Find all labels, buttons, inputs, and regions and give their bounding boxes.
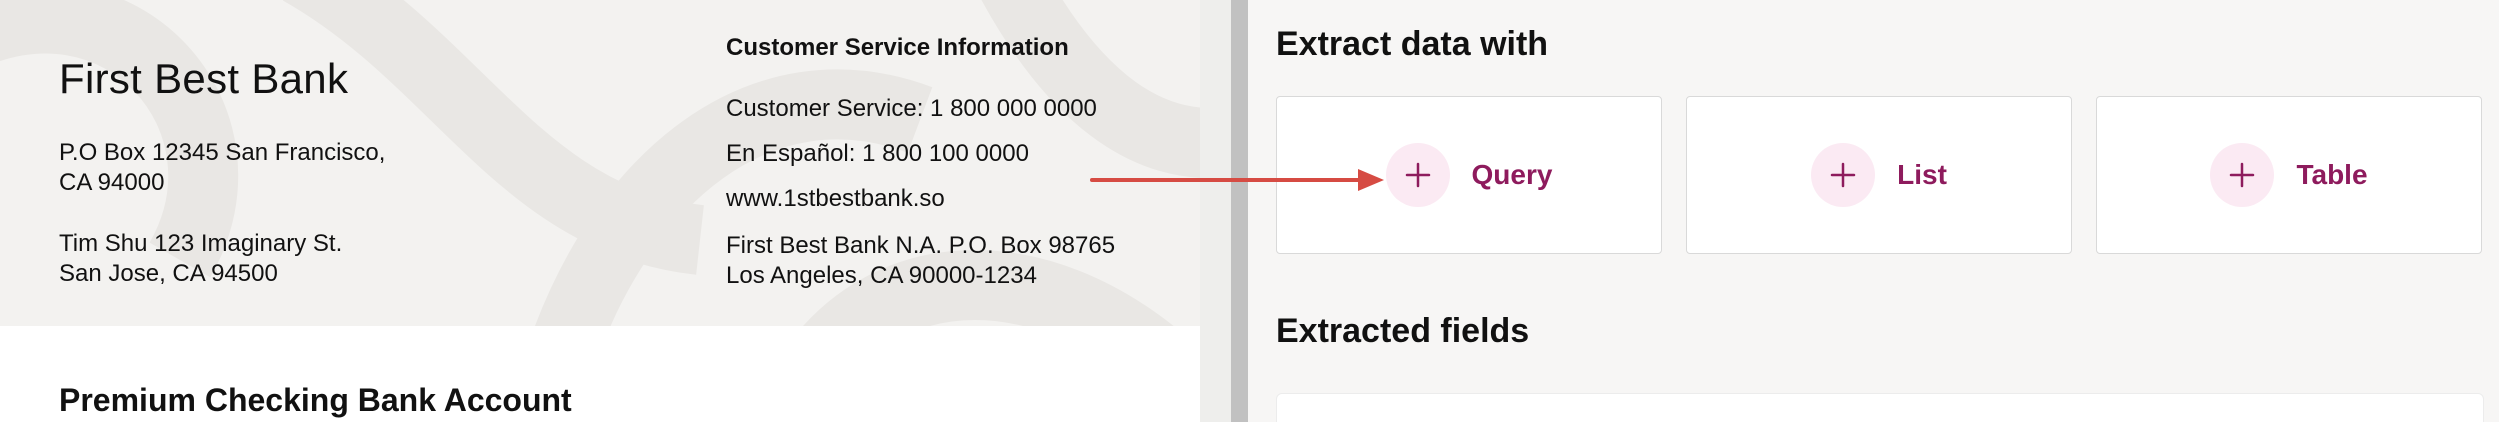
list-label: List xyxy=(1897,159,1947,190)
extracted-fields-card xyxy=(1276,393,2484,422)
table-label: Table xyxy=(2296,159,2368,190)
table-option-button[interactable]: Table xyxy=(2096,96,2482,254)
bank-name: First Best Bank xyxy=(59,55,349,102)
extracted-fields-heading: Extracted fields xyxy=(1276,312,1530,350)
plus-icon xyxy=(1811,143,1876,207)
document-viewer: First Best Bank P.O Box 12345 San Franci… xyxy=(0,0,1200,422)
customer-address: Tim Shu 123 Imaginary St. San Jose, CA 9… xyxy=(59,229,342,289)
tile-content: Query xyxy=(1385,143,1553,207)
bank-address: P.O Box 12345 San Francisco, CA 94000 xyxy=(59,138,385,198)
extraction-panel: Extract data with Query List Table Extra… xyxy=(1248,0,2499,422)
address-line: First Best Bank N.A. P.O. Box 98765 xyxy=(726,232,1116,259)
address-line: Tim Shu 123 Imaginary St. xyxy=(59,230,343,257)
customer-service-title: Customer Service Information xyxy=(726,34,1069,61)
tile-content: Table xyxy=(2210,143,2368,207)
plus-icon xyxy=(2210,143,2275,207)
arrow-icon xyxy=(1090,169,1384,191)
query-label: Query xyxy=(1471,159,1553,190)
address-line: P.O Box 12345 San Francisco, xyxy=(59,139,386,166)
scrollbar-thumb[interactable] xyxy=(1231,0,1248,422)
customer-service-info: Customer Service Information Customer Se… xyxy=(726,34,1115,289)
customer-service-phone: Customer Service: 1 800 000 0000 xyxy=(726,95,1097,122)
extract-heading: Extract data with xyxy=(1276,25,1549,63)
plus-icon xyxy=(1385,143,1450,207)
spanish-phone: En Español: 1 800 100 0000 xyxy=(726,140,1029,167)
address-line: Los Angeles, CA 90000-1234 xyxy=(726,262,1037,289)
address-line: CA 94000 xyxy=(59,169,165,196)
bank-website: www.1stbestbank.so xyxy=(726,185,945,212)
mailing-address: First Best Bank N.A. P.O. Box 98765 Los … xyxy=(726,231,1186,291)
section-title: Premium Checking Bank Account xyxy=(59,382,572,418)
list-option-button[interactable]: List xyxy=(1686,96,2072,254)
tile-content: List xyxy=(1811,143,1947,207)
document-header: First Best Bank P.O Box 12345 San Franci… xyxy=(0,0,1200,326)
address-line: San Jose, CA 94500 xyxy=(59,260,278,287)
